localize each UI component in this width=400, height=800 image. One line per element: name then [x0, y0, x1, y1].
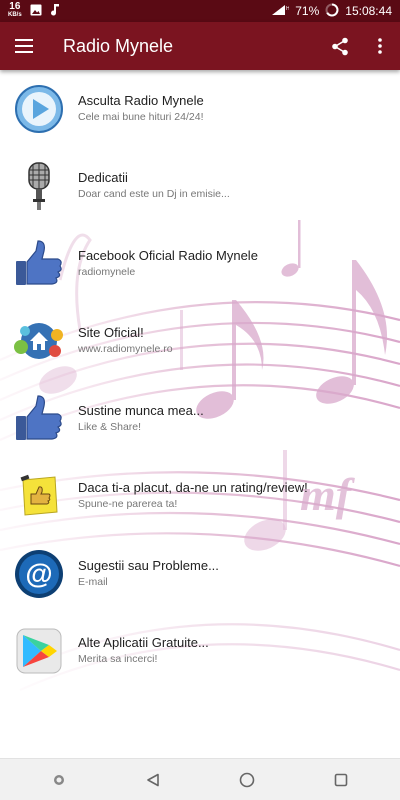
list-item-title: Sugestii sau Probleme...: [78, 557, 219, 573]
share-icon: [332, 37, 348, 55]
menu-list: Asculta Radio Mynele Cele mai bune hitur…: [0, 70, 400, 690]
signal-icon: H: [271, 4, 290, 19]
hamburger-menu-icon: [15, 39, 33, 53]
list-item[interactable]: Alte Aplicatii Gratuite... Merita sa inc…: [0, 613, 400, 691]
svg-text:@: @: [25, 558, 52, 589]
email-at-icon: @: [13, 548, 65, 600]
list-item[interactable]: Site Oficial! www.radiomynele.ro: [0, 303, 400, 381]
home-icon: [13, 315, 65, 367]
rating-note-icon: [13, 470, 65, 522]
battery-percent: 71%: [295, 4, 320, 18]
recents-square-icon: [334, 773, 348, 786]
list-item-title: Site Oficial!: [78, 325, 144, 341]
assistant-button[interactable]: [39, 760, 79, 800]
list-item-subtitle: E-mail: [78, 575, 108, 588]
share-button[interactable]: [320, 22, 360, 70]
home-button[interactable]: [227, 760, 267, 800]
list-item[interactable]: Dedicatii Doar cand este un Dj in emisie…: [0, 148, 400, 226]
thumbs-up-icon: [13, 238, 65, 290]
list-item-subtitle: Doar cand este un Dj in emisie...: [78, 188, 230, 201]
home-circle-icon: [239, 772, 255, 787]
list-item-title: Asculta Radio Mynele: [78, 92, 204, 108]
overflow-menu-button[interactable]: [360, 22, 400, 70]
list-item-subtitle: Like & Share!: [78, 420, 142, 433]
back-button[interactable]: [133, 760, 173, 800]
list-item-subtitle: Merita sa incerci!: [78, 653, 158, 666]
play-store-icon: [13, 625, 65, 677]
assistant-dot-icon: [54, 774, 64, 785]
list-item[interactable]: @ Sugestii sau Probleme... E-mail: [0, 535, 400, 613]
play-icon: [13, 83, 65, 135]
system-navigation-bar: [0, 758, 400, 800]
music-notification-icon: [50, 3, 60, 19]
list-item-title: Facebook Oficial Radio Mynele: [78, 247, 258, 263]
microphone-icon: [13, 160, 65, 212]
list-item-title: Alte Aplicatii Gratuite...: [78, 635, 209, 651]
list-item-title: Daca ti-a placut, da-ne un rating/review…: [78, 480, 308, 496]
svg-text:H: H: [286, 6, 289, 12]
list-item[interactable]: Sustine munca mea... Like & Share!: [0, 380, 400, 458]
status-bar: 16 KB/s H 71% 15:08:44: [0, 0, 400, 22]
list-item[interactable]: Daca ti-a placut, da-ne un rating/review…: [0, 458, 400, 536]
list-item-title: Dedicatii: [78, 170, 128, 186]
back-triangle-icon: [147, 773, 159, 786]
recents-button[interactable]: [321, 760, 361, 800]
list-item-subtitle: Spune-ne parerea ta!: [78, 498, 178, 511]
list-item[interactable]: Facebook Oficial Radio Mynele radiomynel…: [0, 225, 400, 303]
menu-button[interactable]: [0, 22, 48, 70]
thumbs-up-icon: [13, 393, 65, 445]
list-item-subtitle: Cele mai bune hituri 24/24!: [78, 110, 204, 123]
image-notification-icon: [30, 4, 42, 19]
app-bar: Radio Mynele: [0, 22, 400, 70]
list-item[interactable]: Asculta Radio Mynele Cele mai bune hitur…: [0, 70, 400, 148]
main-content: mf Asculta Radio Mynele Cele mai bune hi…: [0, 70, 400, 758]
list-item-title: Sustine munca mea...: [78, 402, 204, 418]
battery-ring-icon: [325, 3, 339, 20]
list-item-subtitle: radiomynele: [78, 265, 136, 278]
app-title: Radio Mynele: [63, 35, 174, 56]
clock: 15:08:44: [345, 4, 392, 18]
network-speed-unit: KB/s: [8, 12, 22, 18]
list-item-subtitle: www.radiomynele.ro: [78, 343, 173, 356]
more-vert-icon: [378, 38, 382, 54]
network-speed: 16 KB/s: [8, 1, 22, 19]
network-speed-value: 16: [9, 1, 21, 12]
